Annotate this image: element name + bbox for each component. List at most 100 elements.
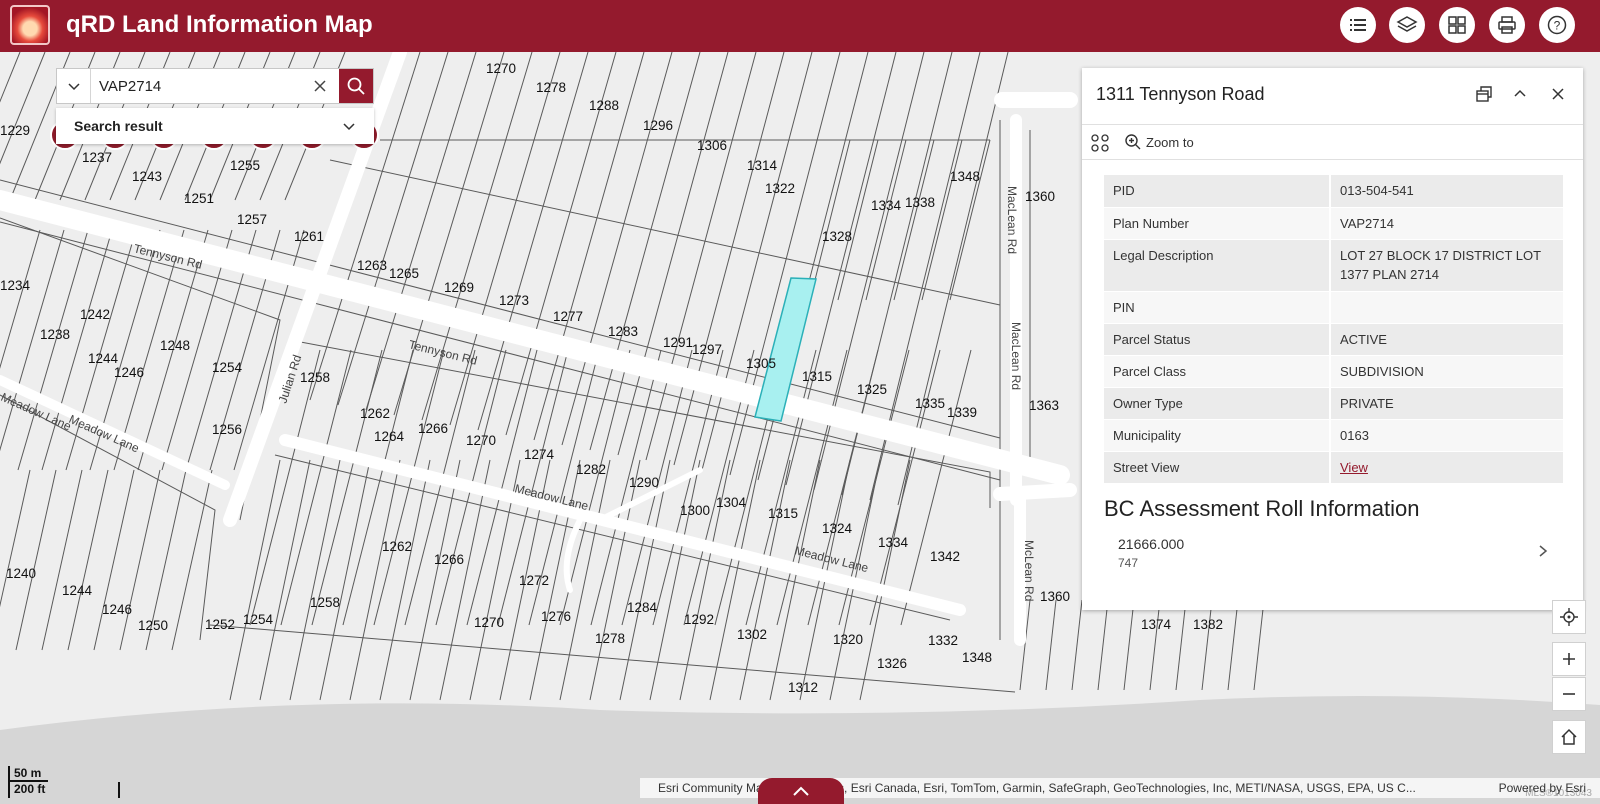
actions-icon[interactable] [1090, 133, 1110, 153]
lot-number-label: 1265 [389, 266, 419, 281]
lot-number-label: 1314 [747, 158, 778, 173]
basemap-gallery-button[interactable] [1439, 7, 1475, 43]
lot-number-label: 1273 [499, 293, 529, 308]
help-button[interactable]: ? [1539, 7, 1575, 43]
street-label: MacLean Rd [1005, 186, 1019, 254]
lot-number-label: 1263 [357, 258, 387, 273]
search-result-dropdown[interactable]: Search result [56, 108, 374, 144]
lot-number-label: 1283 [608, 324, 638, 339]
close-icon [314, 80, 326, 92]
chevron-down-icon [343, 123, 355, 131]
close-popup-button[interactable] [1546, 82, 1570, 106]
lot-number-label: 1272 [519, 573, 549, 588]
dock-icon [1476, 86, 1492, 102]
collapse-button[interactable] [1508, 82, 1532, 106]
app-title: qRD Land Information Map [66, 11, 373, 38]
lot-number-label: 1334 [878, 535, 909, 550]
bc-roll-code: 747 [1118, 556, 1139, 570]
chevron-down-icon [67, 83, 80, 91]
attr-key: Parcel Class [1104, 355, 1331, 388]
table-row: Owner Type PRIVATE [1104, 387, 1563, 420]
layers-button[interactable] [1389, 7, 1425, 43]
zoom-in-icon [1125, 134, 1141, 150]
lot-number-label: 1348 [962, 650, 992, 665]
lot-number-label: 1246 [102, 602, 132, 617]
list-button[interactable] [1340, 7, 1376, 43]
lot-number-label: 1290 [629, 475, 659, 490]
lot-number-label: 1339 [947, 405, 977, 420]
lot-number-label: 1334 [871, 198, 902, 213]
street-view-link[interactable]: View [1340, 460, 1368, 475]
attr-value: PRIVATE [1330, 387, 1563, 420]
zoom-in-button[interactable] [1552, 642, 1586, 676]
layers-icon [1396, 16, 1418, 32]
lot-number-label: 1278 [536, 80, 566, 95]
lot-number-label: 1254 [243, 612, 274, 627]
attr-value: LOT 27 BLOCK 17 DISTRICT LOT 1377 PLAN 2… [1330, 239, 1563, 292]
home-button[interactable] [1552, 720, 1586, 754]
lot-number-label: 1360 [1025, 189, 1055, 204]
lot-number-label: 1258 [310, 595, 340, 610]
clear-search-button[interactable] [301, 69, 339, 103]
lot-number-label: 1234 [0, 278, 31, 293]
bc-assessment-item[interactable]: 21666.000 747 [1104, 534, 1563, 578]
attr-key: Street View [1104, 451, 1331, 484]
lot-number-label: 1306 [697, 138, 727, 153]
lot-number-label: 1250 [138, 618, 168, 633]
list-icon [1350, 19, 1366, 31]
print-button[interactable] [1489, 7, 1525, 43]
feature-popup: 1311 Tennyson Road Zoom to PID 013-504-54… [1082, 68, 1583, 610]
lot-number-label: 1257 [237, 212, 267, 227]
search-source-dropdown[interactable] [57, 69, 91, 103]
attr-value: VAP2714 [1330, 207, 1563, 240]
lot-number-label: 1243 [132, 169, 162, 184]
table-row: Legal Description LOT 27 BLOCK 17 DISTRIC… [1104, 239, 1563, 292]
lot-number-label: 1342 [930, 549, 960, 564]
scale-metric: 50 m [8, 766, 48, 782]
lot-number-label: 1291 [663, 335, 693, 350]
attr-key: PIN [1104, 291, 1331, 324]
table-row: Plan Number VAP2714 [1104, 207, 1563, 240]
lot-number-label: 1262 [382, 539, 412, 554]
attr-value: 013-504-541 [1330, 175, 1563, 208]
lot-number-label: 1363 [1029, 398, 1059, 413]
attr-key: Plan Number [1104, 207, 1331, 240]
plus-icon [1563, 653, 1575, 665]
lot-number-label: 1256 [212, 422, 242, 437]
locate-button[interactable] [1552, 600, 1586, 634]
lot-number-label: 1244 [88, 351, 119, 366]
lot-number-label: 1312 [788, 680, 818, 695]
bc-roll-number: 21666.000 [1118, 536, 1185, 552]
lot-number-label: 1242 [80, 307, 110, 322]
lot-number-label: 1304 [716, 495, 747, 510]
lot-number-label: 1244 [62, 583, 93, 598]
lot-number-label: 1255 [230, 158, 260, 173]
dock-button[interactable] [1472, 82, 1496, 106]
lot-number-label: 1305 [746, 356, 776, 371]
basemap-gallery-icon [1448, 16, 1466, 34]
search-widget [56, 68, 374, 104]
expand-panel-button[interactable] [758, 778, 844, 804]
lot-number-label: 1315 [768, 506, 798, 521]
lot-number-label: 1237 [82, 150, 112, 165]
search-button[interactable] [339, 69, 373, 103]
attr-key: Parcel Status [1104, 323, 1331, 356]
lot-number-label: 1258 [300, 370, 330, 385]
zoom-to-button[interactable]: Zoom to [1124, 133, 1194, 151]
app-header: qRD Land Information Map ? [0, 0, 1600, 52]
search-input[interactable] [91, 69, 301, 103]
lot-number-label: 1264 [374, 429, 405, 444]
locate-icon [1560, 608, 1578, 626]
chevron-right-icon [1539, 545, 1548, 557]
attr-value: 0163 [1330, 419, 1563, 452]
lot-number-label: 1284 [627, 600, 658, 615]
table-row: Municipality 0163 [1104, 419, 1563, 452]
attr-key: Municipality [1104, 419, 1331, 452]
print-icon [1498, 16, 1516, 34]
lot-number-label: 1325 [857, 382, 887, 397]
lot-number-label: 1332 [928, 633, 958, 648]
lot-number-label: 1266 [434, 552, 464, 567]
lot-number-label: 1238 [40, 327, 70, 342]
zoom-out-button[interactable] [1552, 677, 1586, 711]
lot-number-label: 1320 [833, 632, 863, 647]
